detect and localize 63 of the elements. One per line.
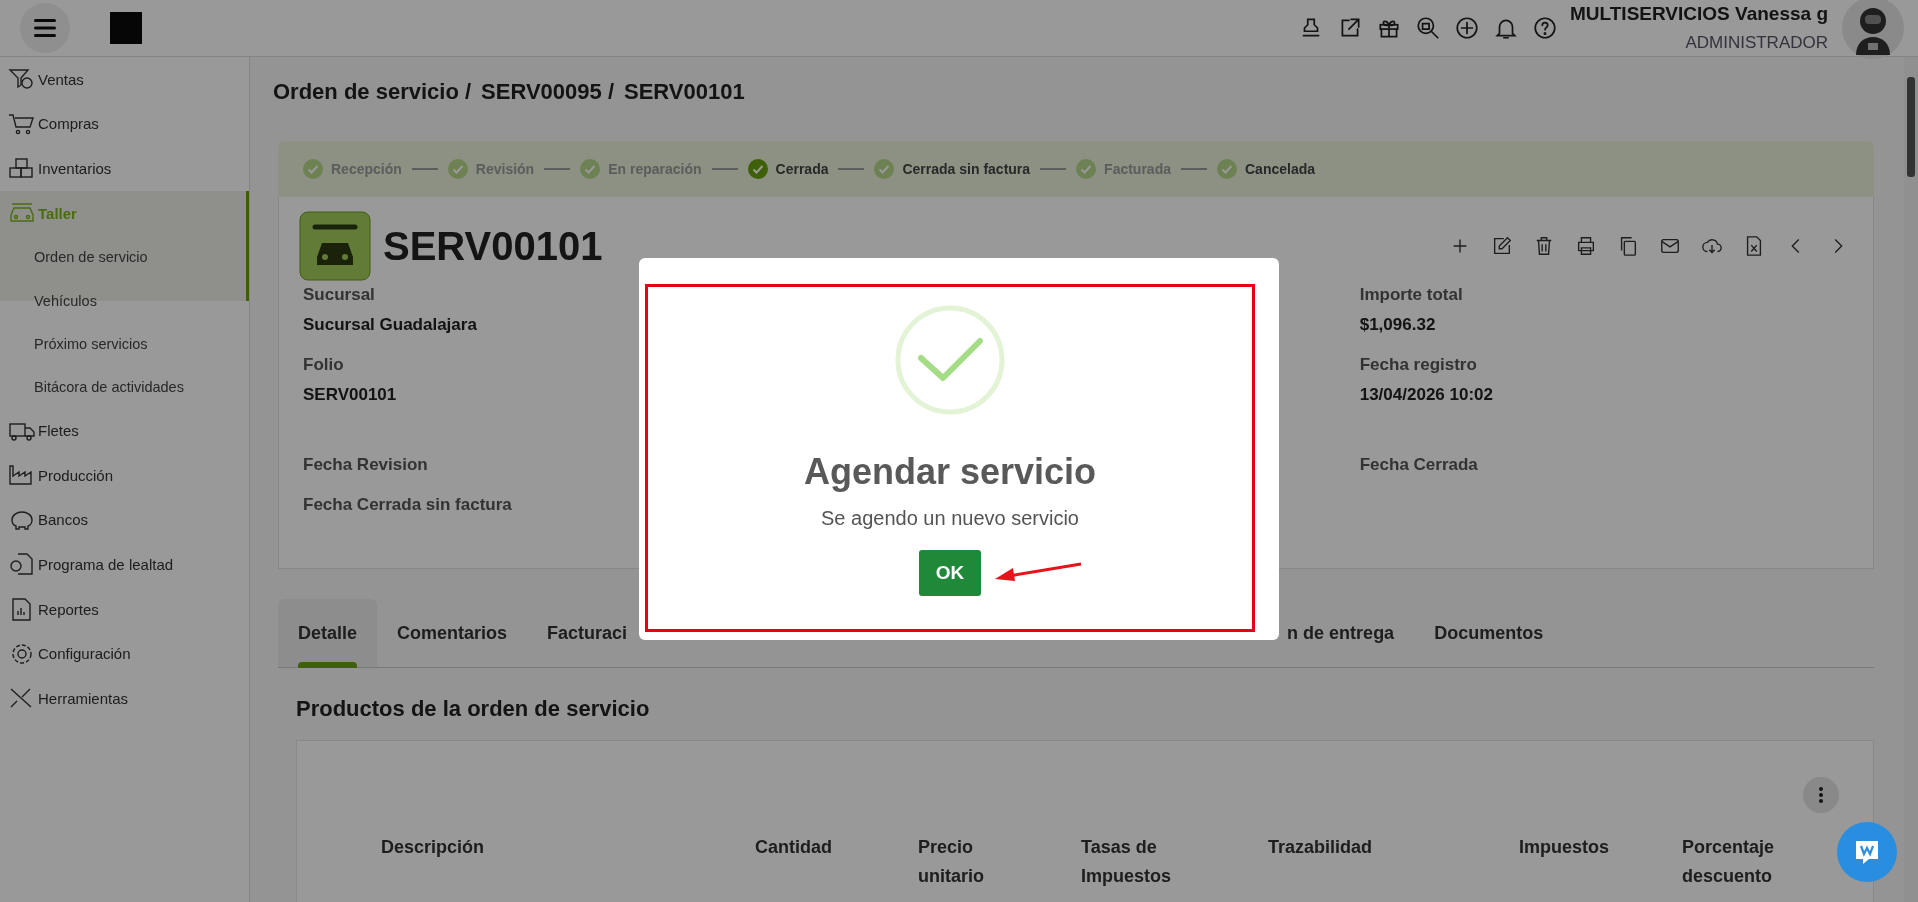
tab[interactable]: Documentos [1414,599,1564,667]
chat-button[interactable] [1837,822,1897,882]
sidebar-item[interactable]: Inventarios [0,146,249,191]
breadcrumb-item[interactable]: Orden de servicio / [273,79,472,107]
tab[interactable]: n de entrega [1287,599,1415,667]
step-label: Cancelada [1245,161,1316,177]
tab[interactable]: Comentarios [377,599,528,667]
menu-icon [34,19,56,37]
dialog-message: Se agendo un nuevo servicio [821,507,1079,530]
ok-button[interactable]: OK [919,550,981,596]
field-label: Sucursal [303,285,376,305]
sidebar-item[interactable]: Reportes [0,586,249,632]
field-label: Fecha Cerrada sin factura [303,495,512,515]
sidebar-item[interactable]: Producción [0,452,249,498]
field-value: SERV00101 [303,385,398,405]
sidebar-subitem[interactable]: Vehículos [0,279,246,323]
success-check-icon [895,305,1005,415]
column-header: Precio unitario [918,836,985,888]
field-value: Sucursal Guadalajara [303,315,478,335]
field-label: Folio [303,355,345,375]
car-service-icon [299,211,371,281]
more-options-button[interactable] [1803,777,1839,813]
tab[interactable]: Detalle [278,599,378,667]
order-title: SERV00101 [383,223,603,269]
boxes-icon [8,156,36,181]
avatar-icon[interactable] [1842,0,1904,59]
sidebar-item[interactable]: Bancos [0,497,249,543]
breadcrumb-item[interactable]: SERV00101 [624,79,745,107]
column-header: Trazabilidad [1268,836,1374,859]
field-label: Importe total [1359,285,1464,305]
sidebar-subitem[interactable]: Próximo servicios [0,322,246,366]
field-label: Fecha registro [1359,355,1478,375]
sidebar-item[interactable]: Compras [0,101,249,147]
cart-icon [8,111,36,136]
sidebar-item[interactable]: Programa de lealtad [0,542,249,587]
sidebar-subitem[interactable]: Bitácora de actividades [0,365,246,409]
column-header: Tasas de Impuestos [1081,836,1173,888]
field-label: Fecha Revision [303,455,429,475]
field-value: $1,096.32 [1359,315,1437,335]
section-title: Productos de la orden de servicio [296,696,651,723]
kebab-icon [1818,786,1824,804]
column-header: Descripción [381,836,486,859]
sidebar-subitem[interactable]: Orden de servicio [0,235,246,280]
scrollbar-thumb[interactable] [1907,77,1915,177]
edit-icon[interactable] [1491,235,1513,257]
breadcrumb-item[interactable]: SERV00095 / [481,79,614,107]
user-role: ADMINISTRADOR [1685,33,1828,53]
column-header: Porcentaje descuento [1682,836,1776,888]
sidebar-item[interactable]: Herramientas [0,675,249,721]
tab[interactable]: Facturaci [527,599,628,667]
print-icon[interactable] [1575,235,1597,257]
field-value: 13/04/2026 10:02 [1359,385,1493,405]
menu-button[interactable] [20,3,70,53]
column-header: Impuestos [1519,836,1611,859]
user-name: MULTISERVICIOS Vanessa g [1570,3,1828,25]
dialog-title: Agendar servicio [803,451,1097,493]
column-header: Cantidad [755,836,833,859]
sidebar-item[interactable]: Fletes [0,408,249,453]
funnel-icon [8,67,36,92]
step-label: Cerrada [775,161,829,177]
sidebar-item[interactable]: Configuración [0,631,249,676]
step-label: Cerrada sin factura [902,161,1031,177]
field-label: Fecha Cerrada [1359,455,1479,475]
